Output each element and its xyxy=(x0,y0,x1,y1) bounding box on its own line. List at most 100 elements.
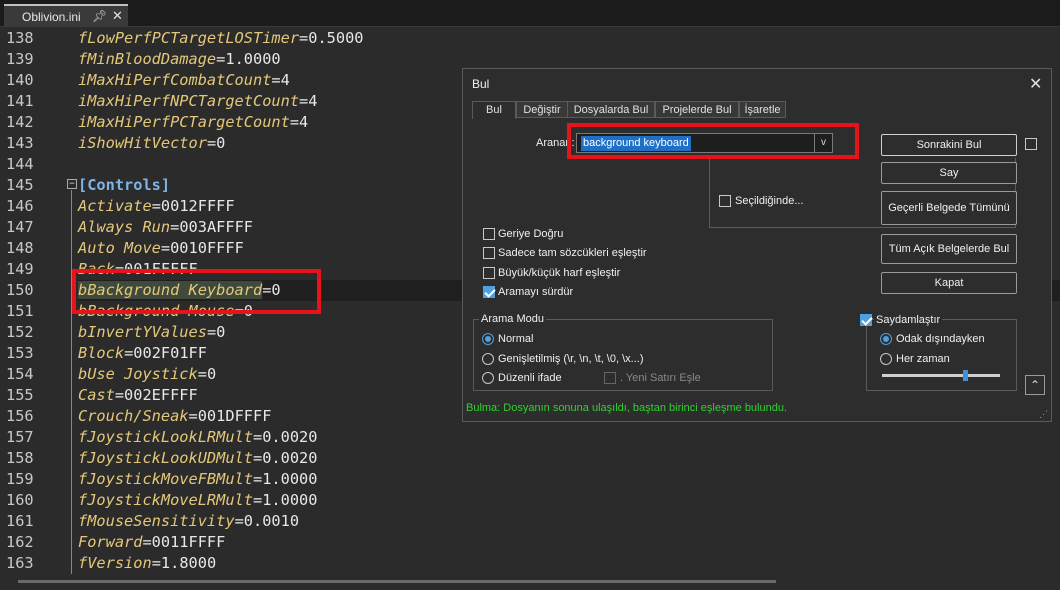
tab-find[interactable]: Bul xyxy=(472,101,516,119)
code-line[interactable]: fJoystickLookLRMult=0.0020 xyxy=(78,427,1060,448)
line-number: 142 xyxy=(6,113,34,131)
ini-key: fJoystickMoveFBMult xyxy=(78,470,253,488)
ini-key: bInvertYValues xyxy=(78,323,207,341)
find-next-button[interactable]: Sonrakini Bul xyxy=(881,134,1017,156)
find-all-current-button[interactable]: Geçerli Belgede Tümünü Bul xyxy=(881,191,1017,246)
ini-key: fVersion xyxy=(78,554,152,572)
ini-value: =4 xyxy=(299,92,318,110)
code-line[interactable]: fLowPerfPCTargetLOSTimer=0.5000 xyxy=(78,28,1060,49)
transparency-checkbox[interactable] xyxy=(860,314,872,326)
code-line[interactable]: fMinBloodDamage=1.0000 xyxy=(78,49,1060,70)
code-line[interactable]: fJoystickLookUDMult=0.0020 xyxy=(78,448,1060,469)
scroll-thumb[interactable] xyxy=(18,580,776,583)
ini-key: Cast xyxy=(78,386,115,404)
ini-value: =1.8000 xyxy=(151,554,217,572)
line-number: 152 xyxy=(6,323,34,341)
collapse-up-icon[interactable]: ⌃ xyxy=(1025,375,1045,395)
tab-mark[interactable]: İşaretle xyxy=(739,101,786,118)
on-lose-focus-radio[interactable] xyxy=(880,333,892,345)
code-line[interactable]: fJoystickMoveLRMult=1.0000 xyxy=(78,490,1060,511)
ini-value: =003AFFFF xyxy=(170,218,253,236)
tab-oblivion-ini[interactable]: Oblivion.ini 📌︎ ✕ xyxy=(4,4,128,27)
ini-key: iMaxHiPerfCombatCount xyxy=(78,71,272,89)
ini-key: Auto Move xyxy=(78,239,161,257)
mode-regex-label: Düzenli ifade xyxy=(498,372,562,384)
tab-find-in-projects[interactable]: Projelerde Bul xyxy=(655,101,739,118)
tab-bar: Oblivion.ini 📌︎ ✕ xyxy=(0,0,1060,27)
mode-normal-label: Normal xyxy=(498,333,534,345)
close-button[interactable]: Kapat xyxy=(881,272,1017,294)
resize-grip-icon[interactable]: ⋰ xyxy=(1039,409,1048,420)
line-number: 153 xyxy=(6,344,34,362)
tab-find-in-files[interactable]: Dosyalarda Bul xyxy=(567,101,655,118)
horizontal-scrollbar[interactable] xyxy=(0,574,1060,590)
mode-normal-radio[interactable] xyxy=(482,333,494,345)
in-selection-checkbox[interactable] xyxy=(719,195,731,207)
ini-key: bUse Joystick xyxy=(78,365,198,383)
line-number: 155 xyxy=(6,386,34,404)
code-line[interactable]: Forward=0011FFFF xyxy=(78,532,1060,553)
close-icon[interactable]: ✕ xyxy=(112,8,123,24)
fold-line xyxy=(71,190,72,575)
line-number: 149 xyxy=(6,260,34,278)
ini-value: =001DFFFF xyxy=(188,407,272,425)
always-radio[interactable] xyxy=(880,353,892,365)
line-number: 143 xyxy=(6,134,34,152)
count-button[interactable]: Say xyxy=(881,162,1017,184)
match-case-checkbox[interactable] xyxy=(483,267,495,279)
pin-icon[interactable]: 📌︎ xyxy=(92,9,107,23)
slider-thumb[interactable] xyxy=(963,370,968,381)
ini-value: =0.0020 xyxy=(252,449,318,467)
always-label: Her zaman xyxy=(896,353,950,365)
ini-value: =002F01FF xyxy=(124,344,207,362)
line-number: 138 xyxy=(6,29,34,47)
line-number: 160 xyxy=(6,491,34,509)
transparency-slider[interactable] xyxy=(882,370,1000,381)
ini-value: =0.0020 xyxy=(252,428,318,446)
find-next-option-checkbox[interactable] xyxy=(1025,138,1037,150)
ini-key: Activate xyxy=(78,197,152,215)
ini-value: =4 xyxy=(271,71,290,89)
ini-value: =0.0010 xyxy=(234,512,300,530)
line-number: 154 xyxy=(6,365,34,383)
code-line[interactable]: fJoystickMoveFBMult=1.0000 xyxy=(78,469,1060,490)
fold-toggle-icon[interactable]: − xyxy=(67,179,77,189)
tab-title: Oblivion.ini xyxy=(22,9,81,24)
ini-key: fMouseSensitivity xyxy=(78,512,235,530)
ini-key: Forward xyxy=(78,533,143,551)
line-number: 144 xyxy=(6,155,34,173)
ini-key: Block xyxy=(78,344,125,362)
mode-extended-radio[interactable] xyxy=(482,353,494,365)
backward-label: Geriye Doğru xyxy=(498,228,564,240)
find-all-open-button[interactable]: Tüm Açık Belgelerde Bul xyxy=(881,234,1017,264)
ini-key: fJoystickLookUDMult xyxy=(78,449,253,467)
code-line[interactable]: fVersion=1.8000 xyxy=(78,553,1060,574)
line-number: 148 xyxy=(6,239,34,257)
dialog-title: Bul xyxy=(472,77,490,91)
ini-key: Crouch/Sneak xyxy=(78,407,189,425)
line-number: 161 xyxy=(6,512,34,530)
section-header: [Controls] xyxy=(78,176,171,194)
ini-value: =0 xyxy=(206,323,226,341)
ini-value: =0 xyxy=(197,365,217,383)
newline-checkbox[interactable] xyxy=(604,372,616,384)
line-number: 157 xyxy=(6,428,34,446)
tab-replace[interactable]: Değiştir xyxy=(516,101,568,118)
ini-value: =0 xyxy=(206,134,226,152)
line-number-gutter: 138 139 140 141 142 143 144 145 146 147 148 149 150 1… xyxy=(0,27,66,575)
wrap-around-checkbox[interactable] xyxy=(483,286,495,298)
in-selection-label: Seçildiğinde... xyxy=(735,195,804,207)
dialog-close-icon[interactable]: ✕ xyxy=(1029,74,1042,94)
ini-key: fLowPerfPCTargetLOSTimer xyxy=(78,29,300,47)
code-line[interactable]: fMouseSensitivity=0.0010 xyxy=(78,511,1060,532)
ini-value: =0.5000 xyxy=(299,29,364,47)
backward-checkbox[interactable] xyxy=(483,228,495,240)
whole-word-checkbox[interactable] xyxy=(483,247,495,259)
line-number: 159 xyxy=(6,470,34,488)
line-number: 156 xyxy=(6,407,34,425)
ini-value: =0012FFFF xyxy=(151,197,235,215)
line-number: 141 xyxy=(6,92,34,110)
whole-word-label: Sadece tam sözcükleri eşleştir xyxy=(498,247,647,259)
ini-key: Always Run xyxy=(78,218,171,236)
mode-regex-radio[interactable] xyxy=(482,372,494,384)
